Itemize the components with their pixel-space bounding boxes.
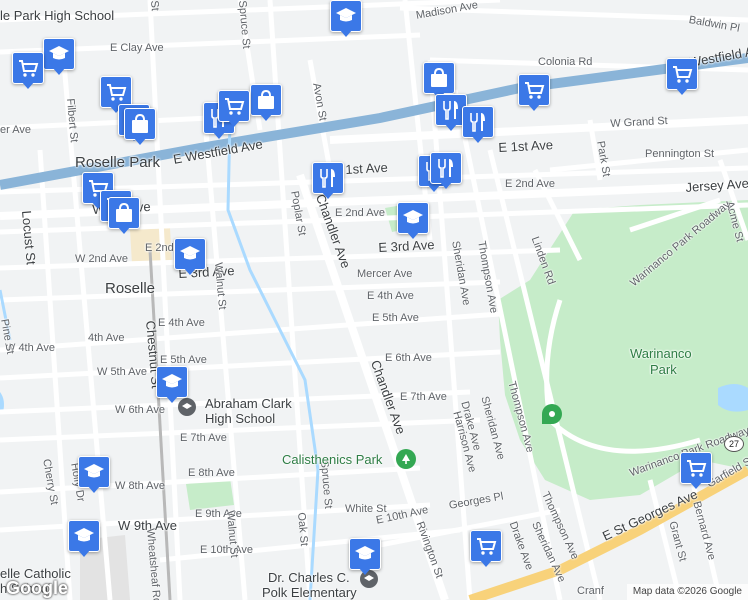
marker-box (68, 520, 100, 552)
marker-tip (675, 87, 689, 95)
marker-box (250, 84, 282, 116)
marker-box (666, 58, 698, 90)
restaurant-icon (439, 98, 463, 122)
school-marker[interactable] (68, 520, 100, 558)
school-icon (401, 206, 425, 230)
marker-tip (358, 567, 372, 575)
shopping-bag-icon (427, 66, 451, 90)
restaurant-marker[interactable] (462, 106, 494, 144)
marker-tip (259, 113, 273, 121)
shopping-bag-marker[interactable] (250, 84, 282, 122)
grocery-cart-icon (474, 534, 498, 558)
restaurant-icon (434, 156, 458, 180)
marker-tip (439, 181, 453, 189)
school-icon (353, 542, 377, 566)
school-icon (334, 4, 358, 28)
marker-box (518, 74, 550, 106)
marker-tip (339, 29, 353, 37)
school-icon (160, 370, 184, 394)
marker-tip (21, 81, 35, 89)
marker-tip (479, 559, 493, 567)
restaurant-marker[interactable] (430, 152, 462, 190)
marker-box (156, 366, 188, 398)
marker-box (680, 452, 712, 484)
marker-box (78, 456, 110, 488)
school-icon (178, 242, 202, 266)
marker-tip (183, 267, 197, 275)
marker-tip (52, 67, 66, 75)
marker-box (124, 108, 156, 140)
water-left (0, 392, 4, 412)
marker-tip (87, 485, 101, 493)
grocery-cart-marker[interactable] (518, 74, 550, 112)
marker-tip (471, 135, 485, 143)
marker-box (43, 38, 75, 70)
warinanco-park-pin[interactable] (542, 404, 562, 424)
school-marker[interactable] (174, 238, 206, 276)
marker-tip (527, 103, 541, 111)
marker-tip (689, 481, 703, 489)
calisthenics-park-pin[interactable] (396, 449, 416, 469)
marker-box (470, 530, 502, 562)
school-marker[interactable] (349, 538, 381, 576)
marker-tip (227, 119, 241, 127)
map-attribution[interactable]: Map data ©2026 Google (626, 584, 748, 600)
school-icon (47, 42, 71, 66)
marker-box (330, 0, 362, 32)
school-marker[interactable] (156, 366, 188, 404)
grocery-cart-icon (104, 80, 128, 104)
marker-box (430, 152, 462, 184)
school-marker[interactable] (78, 456, 110, 494)
restaurant-marker[interactable] (312, 162, 344, 200)
grocery-cart-icon (670, 62, 694, 86)
marker-box (12, 52, 44, 84)
marker-box (174, 238, 206, 270)
grocery-cart-icon (16, 56, 40, 80)
marker-tip (406, 231, 420, 239)
route-27-shield: 27 (724, 436, 744, 452)
restaurant-icon (316, 166, 340, 190)
marker-box (312, 162, 344, 194)
shopping-bag-icon (254, 88, 278, 112)
tree-icon (402, 454, 410, 464)
marker-box (349, 538, 381, 570)
grocery-cart-marker[interactable] (12, 52, 44, 90)
grocery-cart-icon (684, 456, 708, 480)
shopping-bag-icon (128, 112, 152, 136)
grocery-cart-icon (222, 94, 246, 118)
marker-tip (133, 137, 147, 145)
marker-tip (165, 395, 179, 403)
marker-box (218, 90, 250, 122)
marker-box (423, 62, 455, 94)
marker-box (108, 197, 140, 229)
marker-tip (444, 123, 458, 131)
school-icon (82, 460, 106, 484)
school-marker[interactable] (43, 38, 75, 76)
marker-tip (321, 191, 335, 199)
google-logo: Google (6, 578, 68, 598)
map-view[interactable]: Madison Ave Baldwin Pl Colonia Rd E Clay… (0, 0, 748, 600)
shopping-bag-marker[interactable] (108, 197, 140, 235)
marker-tip (77, 549, 91, 557)
grocery-cart-marker[interactable] (470, 530, 502, 568)
school-icon (72, 524, 96, 548)
pin-dot-icon (549, 411, 555, 417)
shopping-bag-marker[interactable] (124, 108, 156, 146)
water-right (718, 384, 748, 412)
grocery-cart-marker[interactable] (666, 58, 698, 96)
grocery-cart-marker[interactable] (218, 90, 250, 128)
grocery-cart-marker[interactable] (680, 452, 712, 490)
school-marker[interactable] (397, 202, 429, 240)
school-marker[interactable] (330, 0, 362, 38)
marker-box (397, 202, 429, 234)
marker-box (462, 106, 494, 138)
restaurant-icon (466, 110, 490, 134)
shopping-bag-icon (112, 201, 136, 225)
marker-tip (117, 226, 131, 234)
marker-tip (212, 131, 226, 139)
grocery-cart-icon (522, 78, 546, 102)
